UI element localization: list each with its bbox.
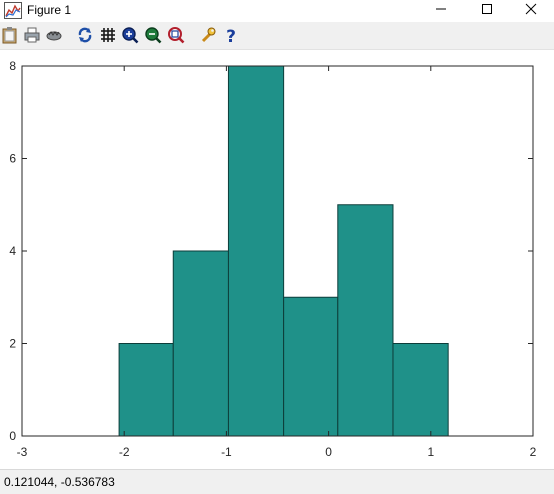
- figure-toolbar: ?: [0, 22, 554, 50]
- grid-button[interactable]: [98, 25, 118, 45]
- y-tick-label: 0: [9, 429, 16, 443]
- help-icon: ?: [222, 26, 240, 44]
- maximize-icon: [481, 2, 493, 20]
- copy-clipboard-button[interactable]: [0, 25, 20, 45]
- clipboard-icon: [1, 26, 19, 44]
- zoom-out-button[interactable]: [143, 25, 163, 45]
- close-icon: [525, 2, 537, 20]
- window-title: Figure 1: [27, 3, 72, 17]
- printer-icon: [23, 26, 41, 44]
- x-tick-label: -3: [17, 445, 28, 459]
- y-tick-label: 8: [9, 59, 16, 73]
- rotate-icon: [76, 26, 94, 44]
- close-button[interactable]: [508, 0, 554, 22]
- properties-button[interactable]: [198, 25, 218, 45]
- wrench-icon: [199, 26, 217, 44]
- histogram-bar-0: [118, 343, 174, 437]
- pan-button[interactable]: [44, 25, 64, 45]
- x-tick-label: 2: [530, 445, 537, 459]
- histogram-bar-5: [392, 343, 449, 437]
- minimize-icon: [435, 2, 447, 20]
- x-tick-label: -1: [221, 445, 232, 459]
- histogram-bar-3: [283, 296, 339, 437]
- maximize-button[interactable]: [464, 0, 510, 22]
- window-titlebar: Figure 1: [0, 0, 554, 22]
- zoom-in-icon: [121, 26, 139, 44]
- autoscale-button[interactable]: [166, 25, 186, 45]
- print-button[interactable]: [22, 25, 42, 45]
- figure-canvas[interactable]: -3 -2 -1 0 1 2 0 2 4 6 8: [0, 50, 554, 469]
- rotate-button[interactable]: [75, 25, 95, 45]
- zoom-out-icon: [144, 26, 162, 44]
- histogram-chart[interactable]: -3 -2 -1 0 1 2 0 2 4 6 8: [0, 50, 554, 469]
- histogram-bar-4: [337, 204, 394, 437]
- y-tick-label: 2: [9, 337, 16, 351]
- histogram-bar-2: [227, 65, 285, 437]
- minimize-button[interactable]: [418, 0, 464, 22]
- help-button[interactable]: ?: [221, 25, 241, 45]
- svg-text:?: ?: [226, 27, 236, 44]
- hand-pan-icon: [45, 26, 63, 44]
- y-tick-label: 6: [9, 152, 16, 166]
- x-tick-label: 0: [325, 445, 332, 459]
- status-bar: 0.121044, -0.536783: [0, 469, 554, 494]
- x-tick-label: 1: [427, 445, 434, 459]
- cursor-coordinates: 0.121044, -0.536783: [4, 475, 115, 489]
- autoscale-icon: [167, 26, 185, 44]
- y-tick-label: 4: [9, 244, 16, 258]
- figure-plot-icon: [4, 2, 22, 19]
- zoom-in-button[interactable]: [120, 25, 140, 45]
- histogram-bar-1: [172, 250, 229, 437]
- grid-icon: [99, 26, 117, 44]
- x-tick-label: -2: [119, 445, 130, 459]
